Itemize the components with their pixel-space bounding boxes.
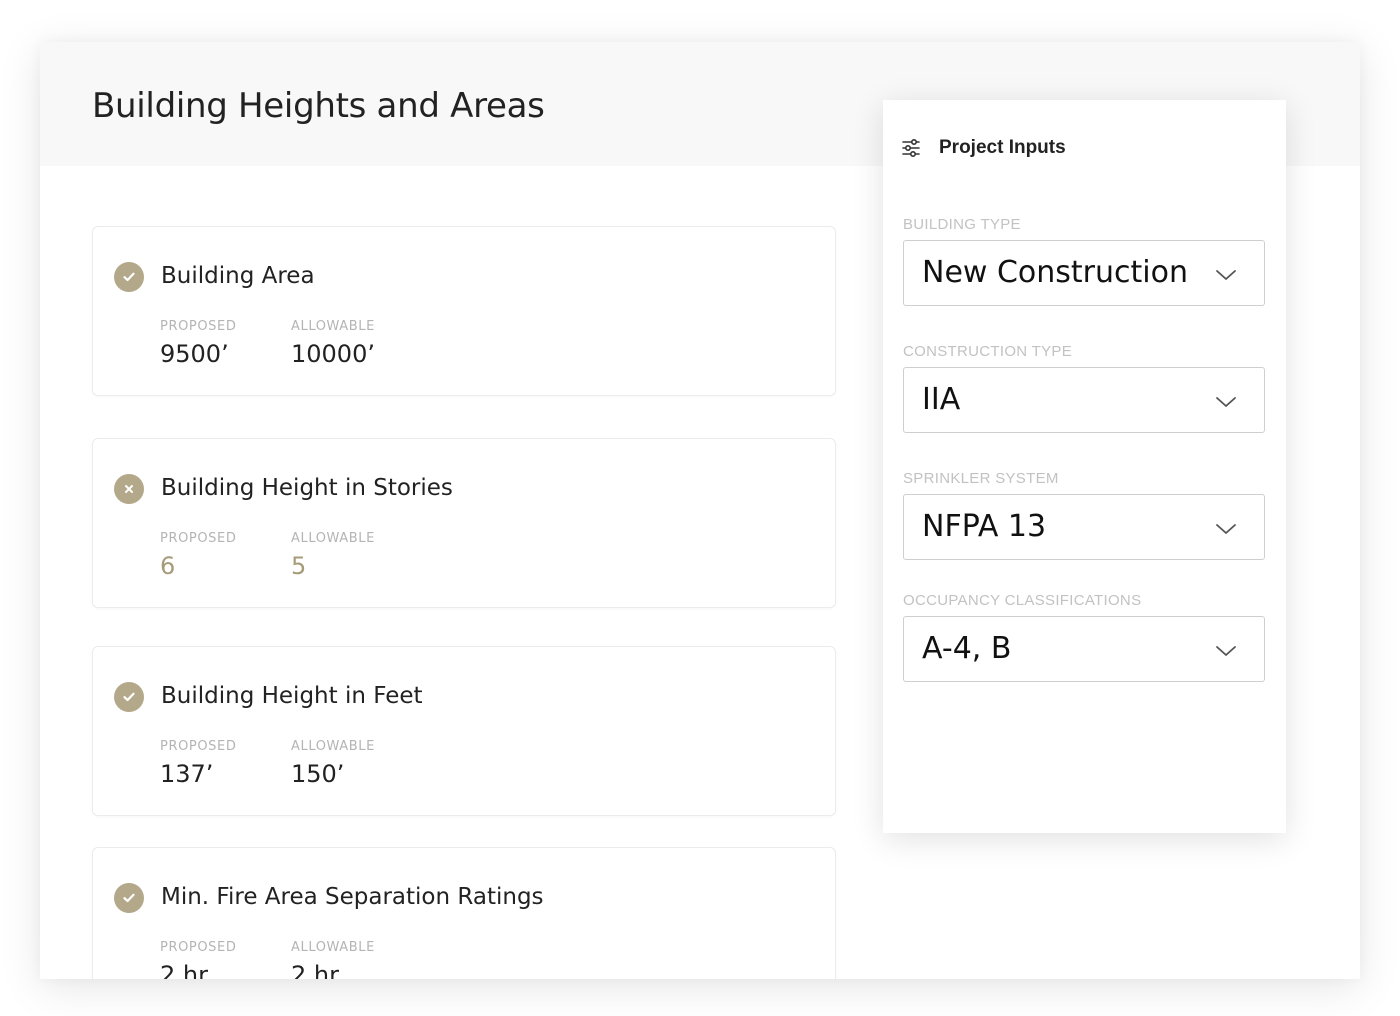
occupancy-classifications-label: OCCUPANCY CLASSIFICATIONS bbox=[903, 592, 1142, 609]
check-card-height-stories: Building Height in Stories PROPOSED 6 AL… bbox=[92, 438, 836, 608]
allowable-metric: ALLOWABLE 10000’ bbox=[291, 319, 375, 368]
proposed-label: PROPOSED bbox=[160, 940, 237, 955]
proposed-value: 9500’ bbox=[160, 340, 229, 368]
allowable-value: 5 bbox=[291, 552, 307, 580]
proposed-metric: PROPOSED 2 hr bbox=[160, 940, 236, 979]
card-title: Building Area bbox=[161, 263, 315, 289]
card-title: Building Height in Stories bbox=[161, 475, 453, 501]
check-card-fire-area-separation: Min. Fire Area Separation Ratings PROPOS… bbox=[92, 847, 836, 979]
check-icon bbox=[114, 682, 144, 712]
page-title: Building Heights and Areas bbox=[92, 86, 545, 126]
allowable-label: ALLOWABLE bbox=[291, 319, 375, 334]
proposed-value: 6 bbox=[160, 552, 176, 580]
card-title: Min. Fire Area Separation Ratings bbox=[161, 884, 544, 910]
project-inputs-panel: Project Inputs BUILDING TYPE New Constru… bbox=[883, 100, 1286, 833]
sliders-icon[interactable] bbox=[901, 138, 921, 158]
allowable-metric: ALLOWABLE 150’ bbox=[291, 739, 375, 788]
panel-header: Project Inputs bbox=[901, 134, 1066, 162]
allowable-label: ALLOWABLE bbox=[291, 531, 375, 546]
construction-type-select[interactable]: IIA bbox=[903, 367, 1265, 433]
occupancy-classifications-value: A-4, B bbox=[922, 631, 1012, 666]
sprinkler-system-value: NFPA 13 bbox=[922, 509, 1047, 544]
proposed-label: PROPOSED bbox=[160, 319, 237, 334]
building-type-label: BUILDING TYPE bbox=[903, 216, 1021, 233]
proposed-metric: PROPOSED 137’ bbox=[160, 739, 236, 788]
construction-type-label: CONSTRUCTION TYPE bbox=[903, 343, 1073, 360]
chevron-down-icon bbox=[1216, 646, 1236, 656]
building-type-select[interactable]: New Construction bbox=[903, 240, 1265, 306]
allowable-label: ALLOWABLE bbox=[291, 940, 375, 955]
proposed-value: 137’ bbox=[160, 760, 214, 788]
check-icon bbox=[114, 262, 144, 292]
check-card-building-area: Building Area PROPOSED 9500’ ALLOWABLE 1… bbox=[92, 226, 836, 396]
proposed-value: 2 hr bbox=[160, 961, 208, 979]
sprinkler-system-label: SPRINKLER SYSTEM bbox=[903, 470, 1059, 487]
proposed-label: PROPOSED bbox=[160, 531, 237, 546]
allowable-metric: ALLOWABLE 2 hr bbox=[291, 940, 375, 979]
check-card-height-feet: Building Height in Feet PROPOSED 137’ AL… bbox=[92, 646, 836, 816]
allowable-value: 2 hr bbox=[291, 961, 339, 979]
building-type-value: New Construction bbox=[922, 255, 1188, 290]
panel-title: Project Inputs bbox=[939, 137, 1066, 158]
occupancy-classifications-select[interactable]: A-4, B bbox=[903, 616, 1265, 682]
proposed-metric: PROPOSED 9500’ bbox=[160, 319, 236, 368]
sprinkler-system-select[interactable]: NFPA 13 bbox=[903, 494, 1265, 560]
construction-type-value: IIA bbox=[922, 382, 961, 417]
proposed-label: PROPOSED bbox=[160, 739, 237, 754]
chevron-down-icon bbox=[1216, 270, 1236, 280]
allowable-label: ALLOWABLE bbox=[291, 739, 375, 754]
chevron-down-icon bbox=[1216, 524, 1236, 534]
x-icon bbox=[114, 474, 144, 504]
allowable-value: 150’ bbox=[291, 760, 345, 788]
card-title: Building Height in Feet bbox=[161, 683, 423, 709]
allowable-metric: ALLOWABLE 5 bbox=[291, 531, 375, 580]
check-icon bbox=[114, 883, 144, 913]
chevron-down-icon bbox=[1216, 397, 1236, 407]
proposed-metric: PROPOSED 6 bbox=[160, 531, 236, 580]
allowable-value: 10000’ bbox=[291, 340, 375, 368]
